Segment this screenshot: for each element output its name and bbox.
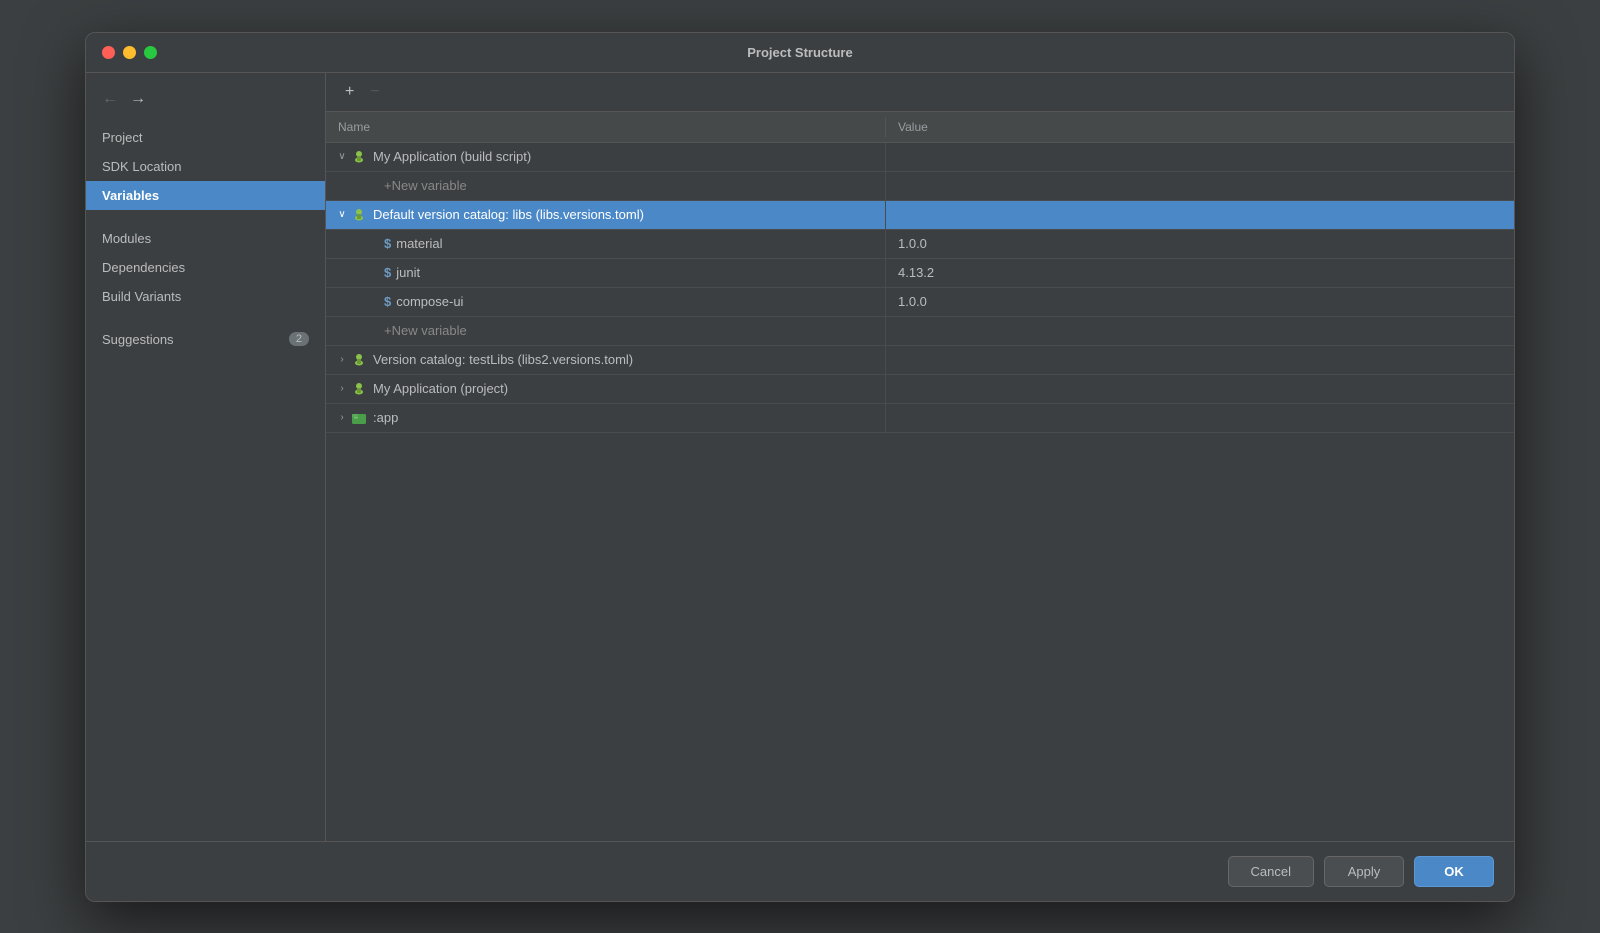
name-cell: ∨ My Application (build script) bbox=[326, 143, 886, 171]
window-controls bbox=[102, 46, 157, 59]
dollar-icon: $ bbox=[384, 236, 391, 251]
value-cell bbox=[886, 327, 1514, 335]
row-value: 1.0.0 bbox=[898, 236, 927, 251]
sidebar-item-suggestions[interactable]: Suggestions 2 bbox=[86, 325, 325, 354]
add-variable-button[interactable]: + bbox=[338, 81, 361, 103]
sidebar-item-modules[interactable]: Modules bbox=[86, 224, 325, 253]
sidebar-item-build-variants[interactable]: Build Variants bbox=[86, 282, 325, 311]
value-cell: 1.0.0 bbox=[886, 290, 1514, 313]
row-label: Version catalog: testLibs (libs2.version… bbox=[373, 352, 633, 367]
table-header: Name Value bbox=[326, 112, 1514, 143]
table-row[interactable]: ∨ Default version catalog: libs (libs.ve… bbox=[326, 201, 1514, 230]
main-content: + − Name Value ∨ bbox=[326, 73, 1514, 841]
dollar-icon: $ bbox=[384, 294, 391, 309]
row-label: My Application (project) bbox=[373, 381, 508, 396]
row-value: 1.0.0 bbox=[898, 294, 927, 309]
chevron-icon: › bbox=[334, 383, 350, 394]
sidebar-gap-1 bbox=[86, 210, 325, 224]
table-row[interactable]: +New variable bbox=[326, 317, 1514, 346]
name-cell: +New variable bbox=[326, 172, 886, 200]
apply-button[interactable]: Apply bbox=[1324, 856, 1404, 887]
title-bar: Project Structure bbox=[86, 33, 1514, 73]
chevron-icon: › bbox=[334, 412, 350, 423]
gradle-icon bbox=[350, 380, 368, 398]
value-cell bbox=[886, 356, 1514, 364]
row-label: Default version catalog: libs (libs.vers… bbox=[373, 207, 644, 222]
remove-variable-button[interactable]: − bbox=[363, 81, 386, 103]
name-cell: $ junit bbox=[326, 259, 886, 287]
name-cell: › :app bbox=[326, 404, 886, 432]
column-name-header: Name bbox=[326, 117, 886, 137]
toolbar: + − bbox=[326, 73, 1514, 112]
sidebar-gap-2 bbox=[86, 311, 325, 325]
value-cell bbox=[886, 414, 1514, 422]
table-row[interactable]: › My Application (project) bbox=[326, 375, 1514, 404]
table-row[interactable]: $ material 1.0.0 bbox=[326, 230, 1514, 259]
name-cell: +New variable bbox=[326, 317, 886, 345]
value-cell: 1.0.0 bbox=[886, 232, 1514, 255]
chevron-icon: ∨ bbox=[334, 151, 350, 162]
new-variable-link[interactable]: +New variable bbox=[376, 178, 467, 193]
sidebar: ← → Project SDK Location Variables Modul… bbox=[86, 73, 326, 841]
value-cell: 4.13.2 bbox=[886, 261, 1514, 284]
name-cell: $ material bbox=[326, 230, 886, 258]
name-cell: ∨ Default version catalog: libs (libs.ve… bbox=[326, 201, 886, 229]
value-cell bbox=[886, 182, 1514, 190]
sidebar-item-dependencies[interactable]: Dependencies bbox=[86, 253, 325, 282]
name-cell: › Version catalog: testLibs (libs2.versi… bbox=[326, 346, 886, 374]
table-row[interactable]: $ junit 4.13.2 bbox=[326, 259, 1514, 288]
ok-button[interactable]: OK bbox=[1414, 856, 1494, 887]
table-row[interactable]: $ compose-ui 1.0.0 bbox=[326, 288, 1514, 317]
table-wrapper: ∨ My Application (build script) bbox=[326, 143, 1514, 841]
row-label: :app bbox=[373, 410, 398, 425]
table-row[interactable]: ∨ My Application (build script) bbox=[326, 143, 1514, 172]
column-value-header: Value bbox=[886, 117, 1514, 137]
row-label: compose-ui bbox=[396, 294, 463, 309]
gradle-icon bbox=[350, 351, 368, 369]
cancel-button[interactable]: Cancel bbox=[1228, 856, 1314, 887]
name-cell: $ compose-ui bbox=[326, 288, 886, 316]
value-cell bbox=[886, 385, 1514, 393]
table-row[interactable]: +New variable bbox=[326, 172, 1514, 201]
dialog-body: ← → Project SDK Location Variables Modul… bbox=[86, 73, 1514, 841]
forward-button[interactable]: → bbox=[126, 89, 150, 109]
table-row[interactable]: › :app bbox=[326, 404, 1514, 433]
dollar-icon: $ bbox=[384, 265, 391, 280]
row-label: junit bbox=[396, 265, 420, 280]
folder-icon bbox=[350, 409, 368, 427]
maximize-button[interactable] bbox=[144, 46, 157, 59]
nav-arrows: ← → bbox=[86, 83, 325, 123]
dialog-title: Project Structure bbox=[747, 45, 852, 60]
dialog-footer: Cancel Apply OK bbox=[86, 841, 1514, 901]
row-label: material bbox=[396, 236, 442, 251]
name-cell: › My Application (project) bbox=[326, 375, 886, 403]
gradle-icon bbox=[350, 148, 368, 166]
table-row[interactable]: › Version catalog: testLibs (libs2.versi… bbox=[326, 346, 1514, 375]
suggestions-badge: 2 bbox=[289, 332, 309, 346]
chevron-icon: ∨ bbox=[334, 209, 350, 220]
close-button[interactable] bbox=[102, 46, 115, 59]
value-cell bbox=[886, 153, 1514, 161]
row-value: 4.13.2 bbox=[898, 265, 934, 280]
sidebar-item-variables[interactable]: Variables bbox=[86, 181, 325, 210]
project-structure-dialog: Project Structure ← → Project SDK Locati… bbox=[85, 32, 1515, 902]
sidebar-item-sdk-location[interactable]: SDK Location bbox=[86, 152, 325, 181]
minimize-button[interactable] bbox=[123, 46, 136, 59]
value-cell bbox=[886, 211, 1514, 219]
row-label: My Application (build script) bbox=[373, 149, 531, 164]
chevron-icon: › bbox=[334, 354, 350, 365]
back-button[interactable]: ← bbox=[98, 89, 122, 109]
new-variable-link[interactable]: +New variable bbox=[376, 323, 467, 338]
gradle-icon bbox=[350, 206, 368, 224]
table-body: ∨ My Application (build script) bbox=[326, 143, 1514, 433]
sidebar-item-project[interactable]: Project bbox=[86, 123, 325, 152]
